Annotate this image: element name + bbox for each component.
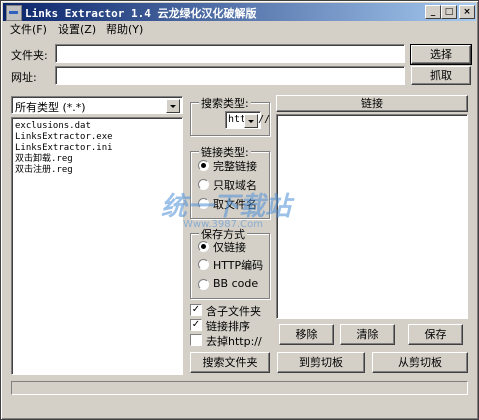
- maximize-button[interactable]: □: [441, 5, 457, 19]
- file-list-item[interactable]: LinksExtractor.ini: [15, 143, 113, 154]
- chevron-down-icon[interactable]: [244, 114, 258, 128]
- file-list-item[interactable]: 双击注册.reg: [15, 165, 73, 176]
- save-method-links-only-label[interactable]: 仅链接: [213, 239, 246, 255]
- file-list-item[interactable]: exclusions.dat: [15, 121, 91, 132]
- search-type-title: 搜索类型:: [199, 95, 251, 111]
- file-type-select[interactable]: 所有类型 (*.*): [11, 96, 183, 114]
- folder-label: 文件夹:: [11, 49, 48, 62]
- link-type-full-radio[interactable]: [198, 160, 209, 171]
- close-button[interactable]: ×: [459, 5, 475, 19]
- menu-bar: 文件(F) 设置(Z) 帮助(Y): [3, 22, 476, 38]
- to-clipboard-button[interactable]: 到剪切板: [277, 352, 365, 373]
- links-column-header[interactable]: 链接: [276, 95, 468, 112]
- search-type-select[interactable]: http://: [225, 111, 270, 129]
- status-bar: [11, 381, 468, 395]
- file-list-item[interactable]: LinksExtractor.exe: [15, 132, 113, 143]
- watermark-site: Www.3987.Com: [183, 219, 263, 230]
- folder-input[interactable]: [55, 44, 405, 63]
- link-type-full-label[interactable]: 完整链接: [213, 158, 257, 174]
- url-label: 网址:: [11, 71, 37, 84]
- watermark-brand: 统一下载站: [161, 192, 292, 222]
- save-method-bbcode-label[interactable]: BB code: [213, 277, 258, 290]
- browse-folder-button[interactable]: 选择: [410, 44, 472, 65]
- app-window: Links Extractor 1.4 云龙绿化汉化破解版 _ □ × 文件(F…: [0, 0, 479, 420]
- save-method-links-only-radio[interactable]: [198, 241, 209, 252]
- url-input[interactable]: [55, 66, 405, 85]
- include-subfolders-label[interactable]: 含子文件夹: [206, 303, 261, 319]
- search-folder-button[interactable]: 搜索文件夹: [190, 352, 270, 373]
- include-subfolders-checkbox[interactable]: ✓: [190, 304, 202, 316]
- save-method-http-encode-radio[interactable]: [198, 259, 209, 270]
- window-title: Links Extractor 1.4 云龙绿化汉化破解版: [25, 7, 257, 20]
- file-list-item[interactable]: 双击卸载.reg: [15, 154, 73, 165]
- save-method-bbcode-radio[interactable]: [198, 279, 209, 290]
- from-clipboard-button[interactable]: 从剪切板: [372, 352, 468, 373]
- menu-help[interactable]: 帮助(Y): [103, 23, 146, 37]
- app-icon: [6, 5, 22, 21]
- minimize-button[interactable]: _: [425, 5, 441, 19]
- fetch-button[interactable]: 抓取: [411, 66, 471, 85]
- sort-links-label[interactable]: 链接排序: [206, 318, 250, 334]
- save-method-http-encode-label[interactable]: HTTP编码: [213, 257, 263, 273]
- watermark: 统一下载站 Www.3987.Com: [161, 186, 321, 241]
- strip-http-label[interactable]: 去掉http://: [206, 333, 262, 349]
- menu-settings[interactable]: 设置(Z): [55, 23, 99, 37]
- clear-button[interactable]: 清除: [340, 324, 395, 345]
- file-list[interactable]: exclusions.dat LinksExtractor.exe LinksE…: [11, 117, 183, 375]
- sort-links-checkbox[interactable]: ✓: [190, 319, 202, 331]
- chevron-down-icon[interactable]: [166, 99, 180, 113]
- remove-button[interactable]: 移除: [279, 324, 334, 345]
- file-type-selected: 所有类型 (*.*): [15, 101, 86, 114]
- strip-http-checkbox[interactable]: [190, 334, 202, 346]
- save-button[interactable]: 保存: [408, 324, 463, 345]
- menu-file[interactable]: 文件(F): [7, 23, 50, 37]
- title-bar[interactable]: Links Extractor 1.4 云龙绿化汉化破解版 _ □ ×: [3, 3, 476, 21]
